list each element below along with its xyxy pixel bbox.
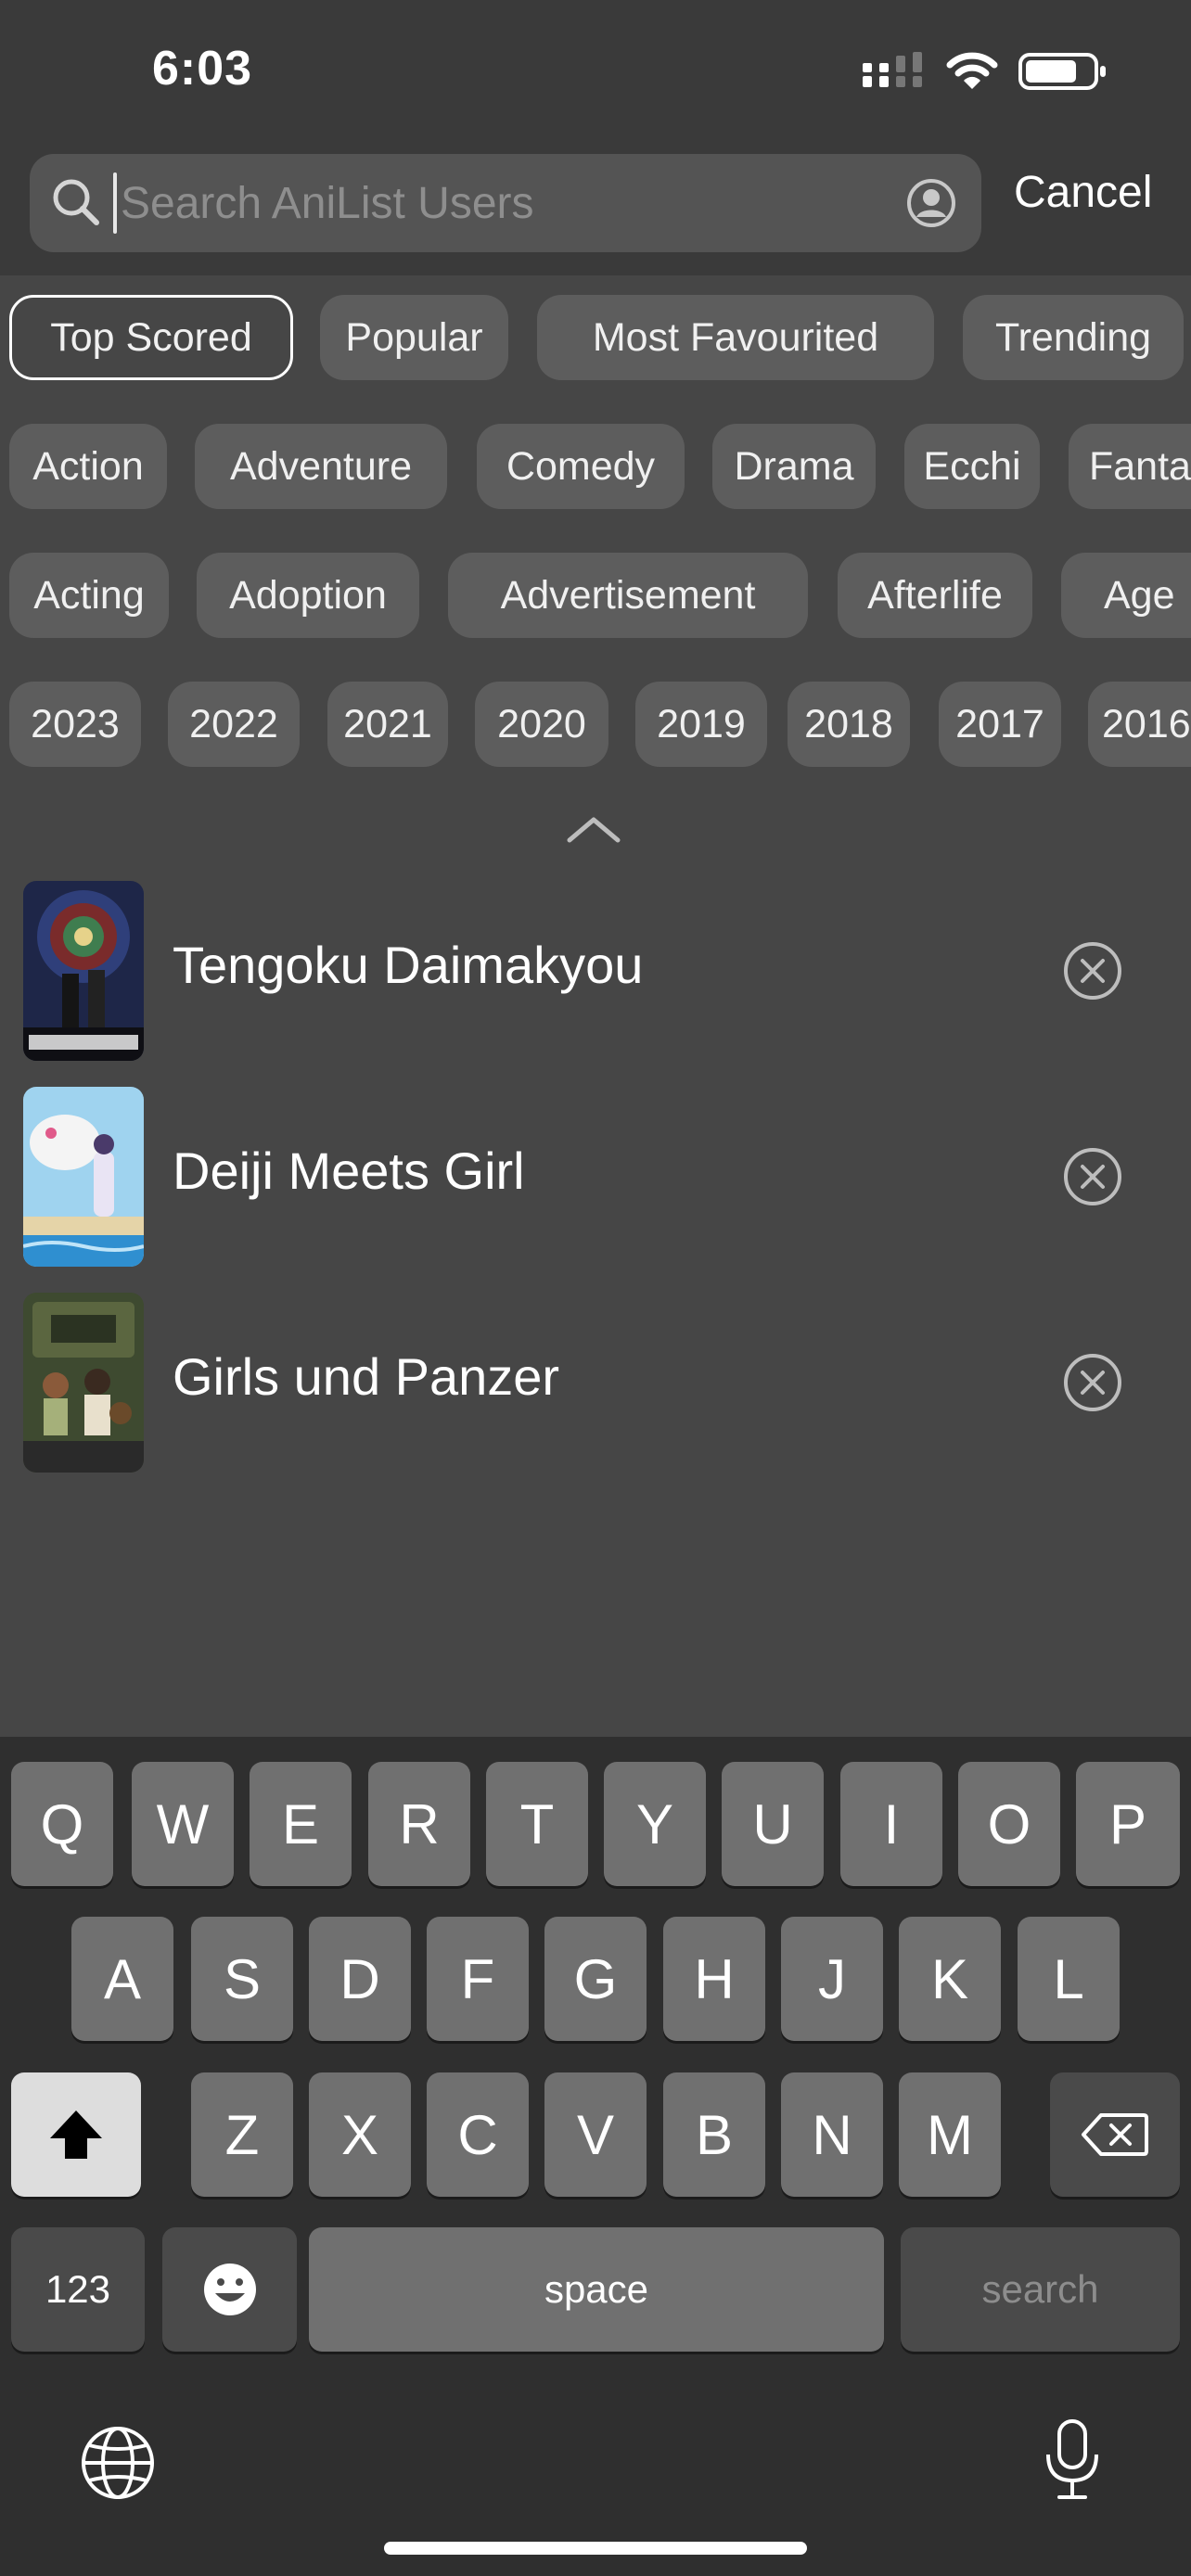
- cover-image: [23, 881, 144, 1061]
- key-l[interactable]: L: [1018, 1917, 1120, 2041]
- search-key[interactable]: search: [901, 2227, 1180, 2352]
- key-s[interactable]: S: [191, 1917, 293, 2041]
- chip-most-favourited[interactable]: Most Favourited: [537, 295, 934, 380]
- emoji-key[interactable]: [162, 2227, 297, 2352]
- key-k[interactable]: K: [899, 1917, 1001, 2041]
- chip-top-scored[interactable]: Top Scored: [9, 295, 293, 380]
- remove-circle-x-icon[interactable]: [1062, 1146, 1123, 1207]
- key-q[interactable]: Q: [11, 1762, 113, 1886]
- battery-icon: [1018, 53, 1106, 90]
- chip-popular[interactable]: Popular: [320, 295, 508, 380]
- key-m[interactable]: M: [899, 2072, 1001, 2197]
- chip-year[interactable]: 2022: [168, 682, 300, 767]
- chip-trending[interactable]: Trending: [963, 295, 1184, 380]
- key-e[interactable]: E: [250, 1762, 352, 1886]
- key-c[interactable]: C: [427, 2072, 529, 2197]
- chip-tag[interactable]: Adoption: [197, 553, 419, 638]
- cover-image: [23, 1293, 144, 1473]
- key-v[interactable]: V: [544, 2072, 647, 2197]
- list-item[interactable]: Deiji Meets Girl: [0, 1087, 1191, 1267]
- wifi-icon: [946, 52, 998, 89]
- chip-year[interactable]: 2023: [9, 682, 141, 767]
- key-w[interactable]: W: [132, 1762, 234, 1886]
- shift-arrow-icon: [50, 2111, 102, 2159]
- key-p[interactable]: P: [1076, 1762, 1180, 1886]
- search-icon: [53, 179, 99, 225]
- chip-year[interactable]: 2017: [939, 682, 1061, 767]
- key-o[interactable]: O: [958, 1762, 1060, 1886]
- user-profile-icon[interactable]: [905, 177, 957, 229]
- microphone-icon[interactable]: [1043, 2417, 1102, 2501]
- key-r[interactable]: R: [368, 1762, 470, 1886]
- key-n[interactable]: N: [781, 2072, 883, 2197]
- list-item[interactable]: Girls und Panzer: [0, 1293, 1191, 1473]
- chip-year[interactable]: 2019: [635, 682, 767, 767]
- chip-tag[interactable]: Advertisement: [448, 553, 808, 638]
- search-input[interactable]: [117, 154, 863, 252]
- chip-tag[interactable]: Age: [1061, 553, 1191, 638]
- remove-circle-x-icon[interactable]: [1062, 1352, 1123, 1413]
- key-z[interactable]: Z: [191, 2072, 293, 2197]
- chip-year[interactable]: 2020: [475, 682, 608, 767]
- media-title: Deiji Meets Girl: [173, 1141, 525, 1200]
- tag-chip-row: Acting Adoption Advertisement Afterlife …: [0, 553, 1191, 642]
- cover-image: [23, 1087, 144, 1267]
- remove-circle-x-icon[interactable]: [1062, 940, 1123, 1001]
- status-time: 6:03: [152, 42, 253, 96]
- home-indicator[interactable]: [384, 2542, 807, 2555]
- chip-genre[interactable]: Fanta: [1069, 424, 1191, 509]
- key-t[interactable]: T: [486, 1762, 588, 1886]
- search-bar: [30, 154, 981, 252]
- chip-genre[interactable]: Adventure: [195, 424, 447, 509]
- backspace-key[interactable]: [1050, 2072, 1180, 2197]
- delete-backspace-icon: [1082, 2113, 1148, 2156]
- chip-genre[interactable]: Action: [9, 424, 167, 509]
- chip-genre[interactable]: Comedy: [477, 424, 685, 509]
- status-icons: [861, 48, 1108, 95]
- chip-genre[interactable]: Ecchi: [904, 424, 1040, 509]
- cellular-signal-icon: [863, 52, 922, 87]
- cancel-button[interactable]: Cancel: [1014, 167, 1152, 218]
- key-a[interactable]: A: [71, 1917, 173, 2041]
- key-j[interactable]: J: [781, 1917, 883, 2041]
- key-x[interactable]: X: [309, 2072, 411, 2197]
- emoji-smiley-icon: [203, 2264, 256, 2315]
- globe-icon[interactable]: [80, 2425, 156, 2501]
- chip-genre[interactable]: Drama: [712, 424, 876, 509]
- numbers-key[interactable]: 123: [11, 2227, 145, 2352]
- key-u[interactable]: U: [722, 1762, 824, 1886]
- collapse-chevron-up-icon[interactable]: [564, 812, 623, 846]
- key-d[interactable]: D: [309, 1917, 411, 2041]
- chip-tag[interactable]: Afterlife: [838, 553, 1032, 638]
- year-chip-row: 2023 2022 2021 2020 2019 2018 2017 2016: [0, 682, 1191, 771]
- key-g[interactable]: G: [544, 1917, 647, 2041]
- key-i[interactable]: I: [840, 1762, 942, 1886]
- chip-year[interactable]: 2016: [1088, 682, 1191, 767]
- media-title: Tengoku Daimakyou: [173, 936, 644, 994]
- key-h[interactable]: H: [663, 1917, 765, 2041]
- space-key[interactable]: space: [309, 2227, 884, 2352]
- chip-year[interactable]: 2018: [788, 682, 910, 767]
- genre-chip-row: Action Adventure Comedy Drama Ecchi Fant…: [0, 424, 1191, 513]
- media-title: Girls und Panzer: [173, 1347, 560, 1406]
- on-screen-keyboard: Q W E R T Y U I O P A S D F G H J K L Z …: [0, 1737, 1191, 2576]
- key-b[interactable]: B: [663, 2072, 765, 2197]
- list-item[interactable]: Tengoku Daimakyou: [0, 881, 1191, 1061]
- chip-year[interactable]: 2021: [327, 682, 448, 767]
- sort-chip-row: Top Scored Popular Most Favourited Trend…: [0, 295, 1191, 384]
- shift-key[interactable]: [11, 2072, 141, 2197]
- key-y[interactable]: Y: [604, 1762, 706, 1886]
- key-f[interactable]: F: [427, 1917, 529, 2041]
- chip-tag[interactable]: Acting: [9, 553, 169, 638]
